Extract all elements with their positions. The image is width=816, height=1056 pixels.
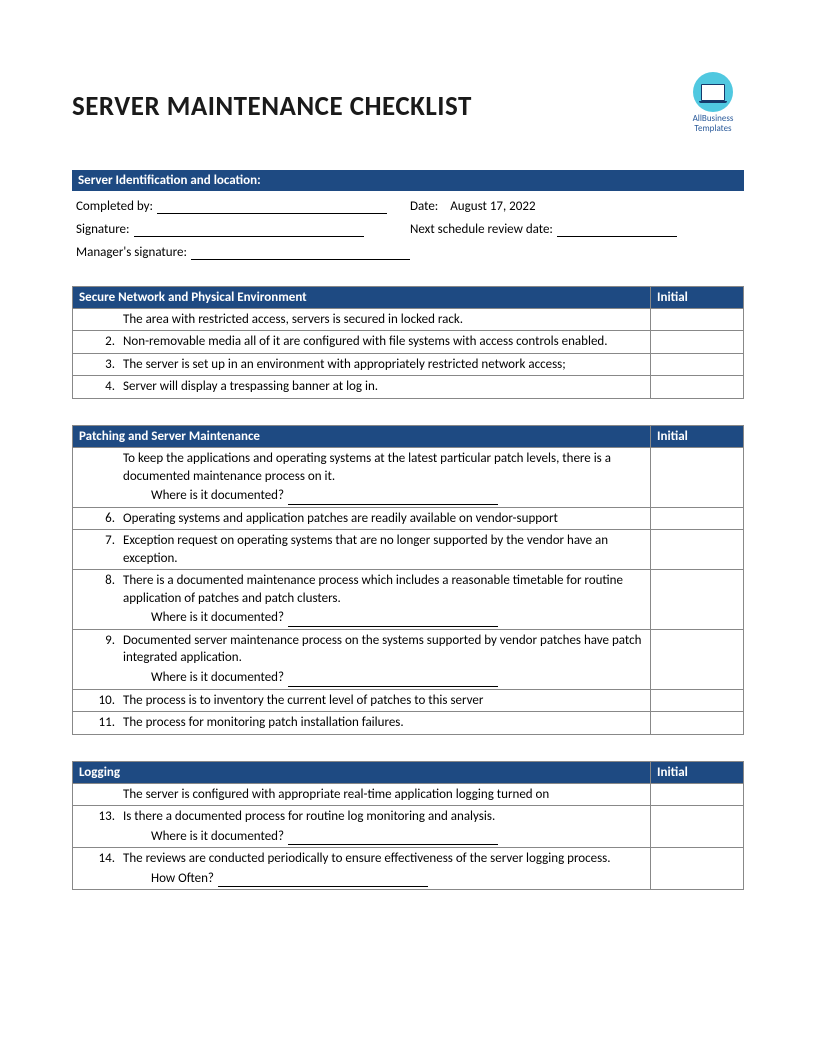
item-text: The server is configured with appropriat… [119, 783, 651, 806]
section-header: Logging [73, 761, 651, 783]
table-row: 3.The server is set up in an environment… [73, 353, 744, 376]
table-row: 11.The process for monitoring patch inst… [73, 712, 744, 735]
initial-cell[interactable] [651, 376, 744, 399]
item-text: Operating systems and application patche… [119, 507, 651, 530]
signature-label: Signature: [76, 222, 130, 237]
initial-cell[interactable] [651, 507, 744, 530]
table-row: 9.Documented server maintenance process … [73, 629, 744, 689]
item-number [73, 308, 120, 331]
ident-section-title: Server Identification and location: [72, 170, 744, 191]
item-number: 2. [73, 331, 120, 354]
date-value: August 17, 2022 [450, 199, 535, 214]
initial-cell[interactable] [651, 447, 744, 507]
logo-text-2: Templates [682, 124, 744, 134]
item-text: Documented server maintenance process on… [119, 629, 651, 689]
table-row: 7.Exception request on operating systems… [73, 530, 744, 570]
item-number: 14. [73, 848, 120, 890]
initial-cell[interactable] [651, 806, 744, 848]
table-row: To keep the applications and operating s… [73, 447, 744, 507]
item-number: 3. [73, 353, 120, 376]
initial-cell[interactable] [651, 848, 744, 890]
checklist-table: Patching and Server MaintenanceInitialTo… [72, 425, 744, 735]
item-text: Exception request on operating systems t… [119, 530, 651, 570]
item-number: 9. [73, 629, 120, 689]
initial-cell[interactable] [651, 331, 744, 354]
sub-question: How Often? [151, 870, 214, 888]
table-row: 14.The reviews are conducted periodicall… [73, 848, 744, 890]
next-review-label: Next schedule review date: [410, 222, 553, 237]
sub-question: Where is it documented? [151, 828, 284, 846]
signature-field[interactable] [134, 222, 364, 237]
initial-cell[interactable] [651, 570, 744, 630]
initial-cell[interactable] [651, 712, 744, 735]
sub-answer-field[interactable] [288, 612, 498, 627]
page-title: SERVER MAINTENANCE CHECKLIST [72, 90, 472, 123]
checklist-table: Secure Network and Physical EnvironmentI… [72, 286, 744, 399]
initial-header: Initial [651, 286, 744, 308]
item-text: The area with restricted access, servers… [119, 308, 651, 331]
sub-answer-field[interactable] [288, 672, 498, 687]
initial-header: Initial [651, 761, 744, 783]
completed-by-label: Completed by: [76, 199, 153, 214]
initial-cell[interactable] [651, 629, 744, 689]
item-text: The process is to inventory the current … [119, 689, 651, 712]
sub-question: Where is it documented? [151, 669, 284, 687]
table-row: The area with restricted access, servers… [73, 308, 744, 331]
laptop-icon [693, 72, 733, 112]
item-text: To keep the applications and operating s… [119, 447, 651, 507]
next-review-field[interactable] [557, 222, 677, 237]
table-row: 10.The process is to inventory the curre… [73, 689, 744, 712]
initial-cell[interactable] [651, 783, 744, 806]
table-row: 8.There is a documented maintenance proc… [73, 570, 744, 630]
date-label: Date: [410, 199, 438, 214]
initial-header: Initial [651, 425, 744, 447]
table-row: 13.Is there a documented process for rou… [73, 806, 744, 848]
item-text: The server is set up in an environment w… [119, 353, 651, 376]
sub-question: Where is it documented? [151, 487, 284, 505]
sub-answer-field[interactable] [218, 872, 428, 887]
table-row: 6.Operating systems and application patc… [73, 507, 744, 530]
manager-sig-field[interactable] [191, 245, 410, 260]
completed-by-field[interactable] [157, 199, 387, 214]
section-header: Secure Network and Physical Environment [73, 286, 651, 308]
brand-logo: AllBusiness Templates [682, 72, 744, 134]
initial-cell[interactable] [651, 530, 744, 570]
item-text: Is there a documented process for routin… [119, 806, 651, 848]
checklist-table: LoggingInitialThe server is configured w… [72, 761, 744, 891]
manager-sig-label: Manager's signature: [76, 245, 187, 260]
sub-answer-field[interactable] [288, 830, 498, 845]
item-number: 8. [73, 570, 120, 630]
item-number: 13. [73, 806, 120, 848]
table-row: 2.Non-removable media all of it are conf… [73, 331, 744, 354]
item-number: 7. [73, 530, 120, 570]
identification-block: Server Identification and location: Comp… [72, 170, 744, 260]
section-header: Patching and Server Maintenance [73, 425, 651, 447]
item-number: 11. [73, 712, 120, 735]
table-row: 4.Server will display a trespassing bann… [73, 376, 744, 399]
item-text: There is a documented maintenance proces… [119, 570, 651, 630]
initial-cell[interactable] [651, 689, 744, 712]
item-text: The process for monitoring patch install… [119, 712, 651, 735]
item-text: Non-removable media all of it are config… [119, 331, 651, 354]
item-number: 10. [73, 689, 120, 712]
item-text: The reviews are conducted periodically t… [119, 848, 651, 890]
item-number: 4. [73, 376, 120, 399]
item-number [73, 783, 120, 806]
item-number: 6. [73, 507, 120, 530]
initial-cell[interactable] [651, 353, 744, 376]
sub-question: Where is it documented? [151, 609, 284, 627]
initial-cell[interactable] [651, 308, 744, 331]
item-text: Server will display a trespassing banner… [119, 376, 651, 399]
table-row: The server is configured with appropriat… [73, 783, 744, 806]
sub-answer-field[interactable] [288, 490, 498, 505]
item-number [73, 447, 120, 507]
